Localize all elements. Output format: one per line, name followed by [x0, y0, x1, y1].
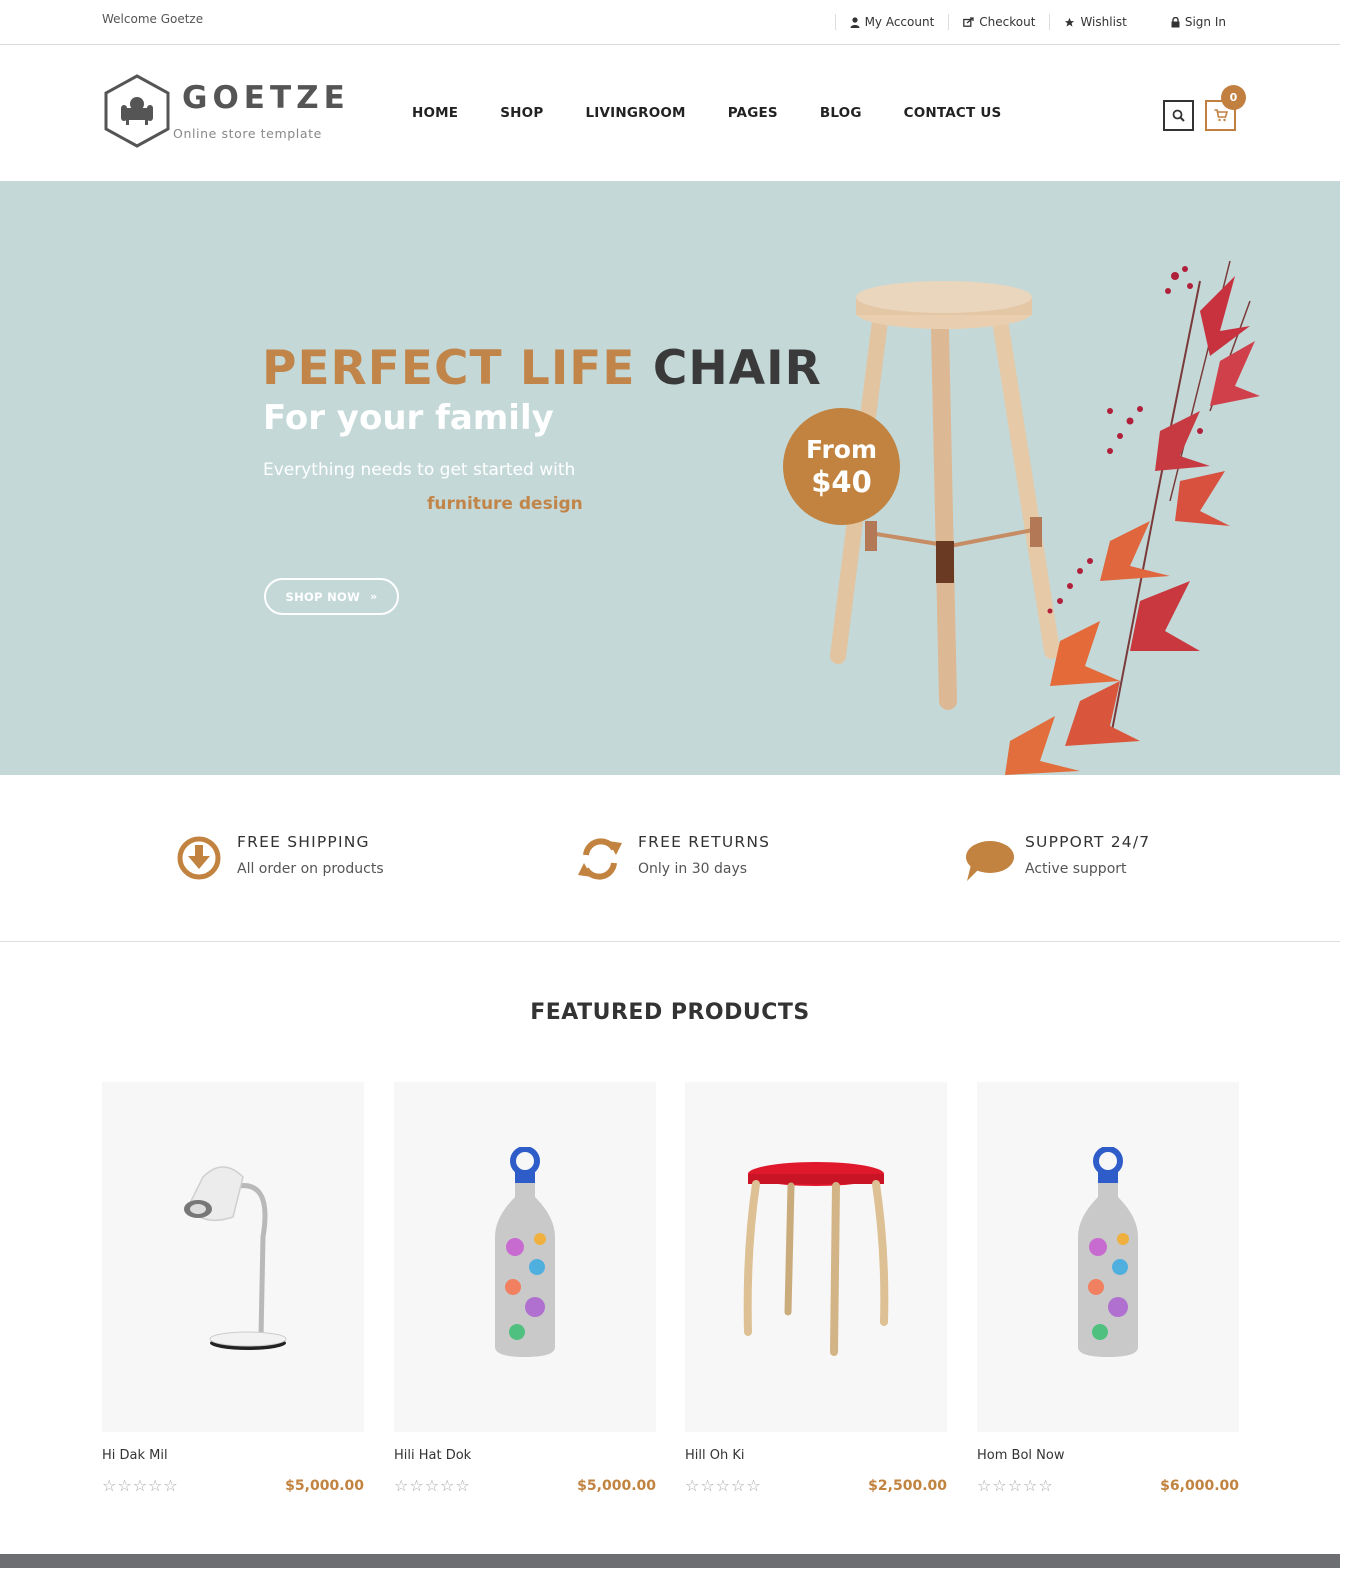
logo-tagline: Online store template [173, 126, 322, 141]
rating-stars: ☆☆☆☆☆ [102, 1476, 179, 1495]
product-card[interactable]: Hom Bol Now ☆☆☆☆☆ $6,000.00 [977, 1082, 1239, 1495]
search-button[interactable] [1163, 100, 1194, 131]
nav-home[interactable]: HOME [392, 105, 479, 121]
product-price: $6,000.00 [1160, 1477, 1239, 1494]
chat-bubble-icon [966, 841, 1014, 881]
desk-lamp-image [184, 1166, 287, 1350]
wishlist-label: Wishlist [1080, 15, 1127, 29]
price-badge-from: From [805, 434, 878, 464]
top-links: My Account Checkout Wishlist Sign In [834, 0, 1236, 44]
sign-in-link[interactable]: Sign In [1157, 14, 1236, 30]
hero-accent-text: furniture design [427, 494, 583, 514]
wishlist-link[interactable]: Wishlist [1049, 14, 1140, 30]
product-name[interactable]: Hi Dak Mil [102, 1448, 364, 1463]
lock-icon [1171, 16, 1180, 27]
download-circle-icon [177, 836, 221, 880]
star-icon [1065, 17, 1075, 27]
main-nav: HOME SHOP LIVINGROOM PAGES BLOG CONTACT … [392, 45, 1022, 181]
refresh-icon [578, 838, 622, 880]
welcome-text: Welcome Goetze [102, 12, 204, 26]
search-icon [1172, 109, 1185, 122]
product-image[interactable] [685, 1082, 947, 1432]
product-image[interactable] [102, 1082, 364, 1432]
hero-subtitle: For your family [263, 398, 554, 438]
cart-count-badge: 0 [1221, 85, 1246, 110]
sign-in-label: Sign In [1184, 15, 1226, 29]
armchair-logo-icon [104, 74, 170, 148]
feature-desc: Only in 30 days [638, 861, 748, 877]
logo[interactable]: GOETZE Online store template [102, 74, 345, 148]
feature-title: FREE RETURNS [638, 833, 771, 851]
feature-support: SUPPORT 24/7 Active support [965, 833, 1150, 883]
red-stool-image [743, 1162, 889, 1356]
top-bar: Welcome Goetze My Account Checkout Wishl… [0, 0, 1340, 45]
hero-description: Everything needs to get started with [263, 460, 576, 480]
site-header: GOETZE Online store template HOME SHOP L… [0, 45, 1340, 181]
price-badge-amount: $40 [811, 464, 872, 499]
my-account-label: My Account [864, 15, 935, 29]
nav-livingroom[interactable]: LIVINGROOM [564, 105, 706, 121]
product-price: $2,500.00 [868, 1477, 947, 1494]
double-chevron-right-icon: » [370, 590, 378, 603]
product-image[interactable] [394, 1082, 656, 1432]
nav-shop[interactable]: SHOP [479, 105, 564, 121]
cart-icon [1214, 109, 1228, 122]
product-image[interactable] [977, 1082, 1239, 1432]
feature-title: FREE SHIPPING [237, 833, 370, 851]
feature-free-returns: FREE RETURNS Only in 30 days [578, 833, 770, 883]
product-name[interactable]: Hili Hat Dok [394, 1448, 656, 1463]
my-account-link[interactable]: My Account [834, 14, 949, 30]
checkout-label: Checkout [979, 15, 1036, 29]
features-strip: FREE SHIPPING All order on products FREE… [0, 775, 1340, 942]
rating-stars: ☆☆☆☆☆ [394, 1476, 471, 1495]
feature-title: SUPPORT 24/7 [1025, 833, 1151, 851]
nav-pages[interactable]: PAGES [707, 105, 799, 121]
feature-desc: Active support [1025, 861, 1127, 877]
floral-bottle-image [1078, 1147, 1138, 1357]
feature-free-shipping: FREE SHIPPING All order on products [177, 833, 384, 883]
rating-stars: ☆☆☆☆☆ [685, 1476, 762, 1495]
product-card[interactable]: Hi Dak Mil ☆☆☆☆☆ $5,000.00 [102, 1082, 364, 1495]
product-price: $5,000.00 [285, 1477, 364, 1494]
footer-bar [0, 1554, 1340, 1568]
hero-title-accent: PERFECT LIFE [262, 341, 636, 396]
nav-blog[interactable]: BLOG [799, 105, 883, 121]
logo-name: GOETZE [182, 80, 350, 116]
user-icon [850, 16, 860, 28]
shop-now-label: SHOP NOW [285, 589, 361, 604]
price-badge: From $40 [783, 408, 900, 525]
featured-products-title: FEATURED PRODUCTS [530, 1000, 810, 1025]
product-card[interactable]: Hill Oh Ki ☆☆☆☆☆ $2,500.00 [685, 1082, 947, 1495]
product-name[interactable]: Hill Oh Ki [685, 1448, 947, 1463]
checkout-link[interactable]: Checkout [948, 14, 1049, 30]
nav-contact-us[interactable]: CONTACT US [883, 105, 1023, 121]
feature-desc: All order on products [237, 861, 384, 877]
floral-bottle-image [495, 1147, 555, 1357]
hero-title: PERFECT LIFE CHAIR [262, 341, 822, 396]
rating-stars: ☆☆☆☆☆ [977, 1476, 1054, 1495]
share-icon [963, 17, 974, 27]
shop-now-button[interactable]: SHOP NOW » [264, 578, 399, 615]
product-price: $5,000.00 [577, 1477, 656, 1494]
product-name[interactable]: Hom Bol Now [977, 1448, 1239, 1463]
hero-banner: PERFECT LIFE CHAIR For your family Every… [0, 181, 1340, 775]
product-card[interactable]: Hili Hat Dok ☆☆☆☆☆ $5,000.00 [394, 1082, 656, 1495]
